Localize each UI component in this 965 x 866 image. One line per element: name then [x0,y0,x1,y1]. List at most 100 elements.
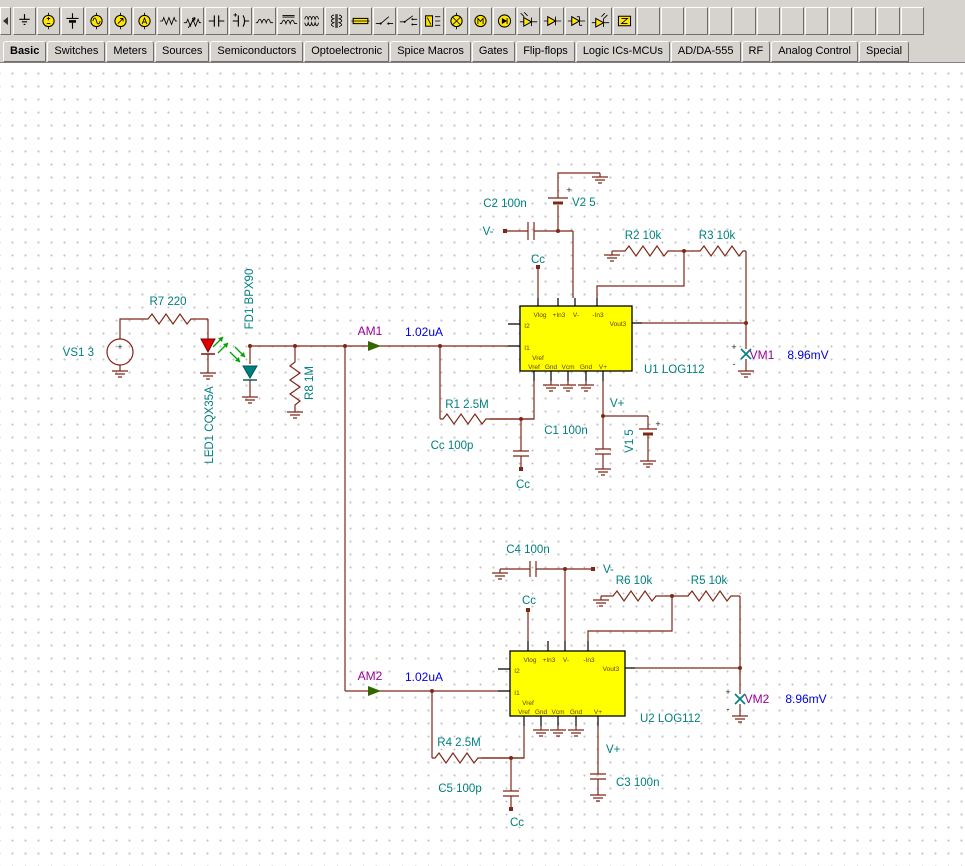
cc100p-label: Cc 100p [431,440,474,452]
current-source-button[interactable] [109,7,132,35]
coupled-inductors-button[interactable] [301,7,324,35]
current-generator-button[interactable] [133,7,156,35]
tab-spice-macros[interactable]: Spice Macros [390,41,471,62]
toolbar-empty-slot [709,7,732,35]
optocoupler-button[interactable] [493,7,516,35]
component-toolbar [13,7,924,35]
resistor-r8[interactable]: R8 1M [288,359,316,408]
r2-label: R2 10k [625,230,662,242]
resistor-r1[interactable]: R1 2.5M [440,399,489,426]
capacitor-cc-100p[interactable]: Cc 100p [431,440,529,457]
battery-v2[interactable]: + V2 5 [548,185,596,209]
capacitor-c1[interactable]: C1 100n [544,425,611,455]
tab-meters[interactable]: Meters [106,41,155,62]
vm2-plus-sign: + [725,687,730,697]
diode-button[interactable] [541,7,564,35]
vm2-minus-sign: - [727,704,730,714]
voltage-generator-button[interactable] [85,7,108,35]
tab-flip-flops[interactable]: Flip-flops [516,41,575,62]
polarized-capacitor-button[interactable] [229,7,252,35]
voltage-generator-icon [87,9,106,33]
voltage-source-vs1[interactable]: + VS1 3 [63,338,134,366]
net-vminus-label-1: V- [483,226,494,238]
vm2-label: VM2 [745,692,770,706]
resistor-r3[interactable]: R3 10k [697,230,746,258]
resistor-r5[interactable]: R5 10k [685,575,734,603]
resistor-r2[interactable]: R2 10k [622,230,671,258]
ammeter-am2[interactable]: AM2 1.02uA [358,669,452,696]
resistor-button[interactable] [157,7,180,35]
v1-label: V1 5 [624,429,636,453]
toolbar-scroll-left-button[interactable] [0,7,11,35]
battery-v1[interactable]: + V1 5 [624,419,661,453]
r1-label: R1 2.5M [445,399,488,411]
toolbar-empty-slot [781,7,804,35]
voltage-source-button[interactable] [37,7,60,35]
ground-symbols[interactable] [112,173,754,802]
ammeter-am1[interactable]: AM1 1.02uA [358,324,452,351]
cc-testpoint-label-3: Cc [522,595,536,607]
fd1-incident-light-arrows [229,346,246,363]
zener-diode-button[interactable] [565,7,588,35]
tab-gates[interactable]: Gates [471,41,516,62]
led-button[interactable] [589,7,612,35]
vm1-value: 8.96mV [787,348,828,362]
iron-core-inductor-button[interactable] [277,7,300,35]
svg-text:Vref: Vref [532,355,544,362]
impedance-button[interactable] [613,7,636,35]
potentiometer-icon [183,9,202,33]
c3-label: C3 100n [616,777,659,789]
tab-rf[interactable]: RF [741,41,771,62]
diode-icon [543,9,562,33]
fuse-button[interactable] [349,7,372,35]
toolbar-empty-slot [829,7,852,35]
resistor-r4[interactable]: R4 2.5M [432,737,481,765]
am2-value: 1.02uA [405,670,443,684]
capacitor-button[interactable] [205,7,228,35]
tab-logic-ics-mcus[interactable]: Logic ICs-MCUs [575,41,670,62]
cc-testpoint-label-1: Cc [531,254,545,266]
svg-text:I2: I2 [524,323,530,330]
tab-semiconductors[interactable]: Semiconductors [210,41,304,62]
impedance-icon [615,9,634,33]
schematic-canvas[interactable]: + VS1 3 + V2 5 + V1 5 R7 220 R8 1M R2 10… [0,62,965,866]
battery-button[interactable] [61,7,84,35]
wire-segments[interactable] [119,172,747,807]
capacitor-c3[interactable]: C3 100n [590,773,659,789]
capacitor-c5[interactable]: C5 100p [438,783,519,797]
transformer-button[interactable] [325,7,348,35]
tab-optoelectronic[interactable]: Optoelectronic [304,41,390,62]
tab-analog-control[interactable]: Analog Control [771,41,858,62]
c4-label: C4 100n [506,544,549,556]
photodiode-icon [519,9,538,33]
coupled-inductors-icon [303,9,322,33]
relay-button[interactable] [421,7,444,35]
inductor-button[interactable] [253,7,276,35]
tab-sources[interactable]: Sources [155,41,210,62]
ground-button[interactable] [13,7,36,35]
ic-u2[interactable]: Vlog +In3 V- -In3 Vout3 I2 I1 Vref Vref … [498,641,701,726]
resistor-r6[interactable]: R6 10k [610,575,659,603]
svg-text:I2: I2 [514,668,520,675]
spdt-switch-button[interactable] [397,7,420,35]
capacitor-c4[interactable]: C4 100n [506,544,550,577]
spst-switch-button[interactable] [373,7,396,35]
toolbar-empty-slot [733,7,756,35]
ic-u1[interactable]: Vlog +In3 V- -In3 Vout3 I2 I1 Vref Vref … [508,298,705,381]
svg-text:Vcm: Vcm [562,364,575,371]
potentiometer-button[interactable] [181,7,204,35]
tab-switches[interactable]: Switches [47,41,106,62]
tab-ad-da-555[interactable]: AD/DA-555 [670,41,741,62]
resistor-r7[interactable]: R7 220 [145,296,194,326]
led-led1[interactable]: LED1 CQX35A [200,336,229,464]
schematic-svg[interactable]: + VS1 3 + V2 5 + V1 5 R7 220 R8 1M R2 10… [0,63,965,866]
svg-text:Gnd: Gnd [580,364,593,371]
motor-button[interactable] [469,7,492,35]
tab-basic[interactable]: Basic [3,41,47,62]
lamp-button[interactable] [445,7,468,35]
tab-special[interactable]: Special [858,41,910,62]
v2-plus-sign: + [566,185,571,195]
photodiode-button[interactable] [517,7,540,35]
photodiode-fd1[interactable]: FD1 BPX90 [229,269,258,381]
svg-text:-In3: -In3 [583,657,595,664]
